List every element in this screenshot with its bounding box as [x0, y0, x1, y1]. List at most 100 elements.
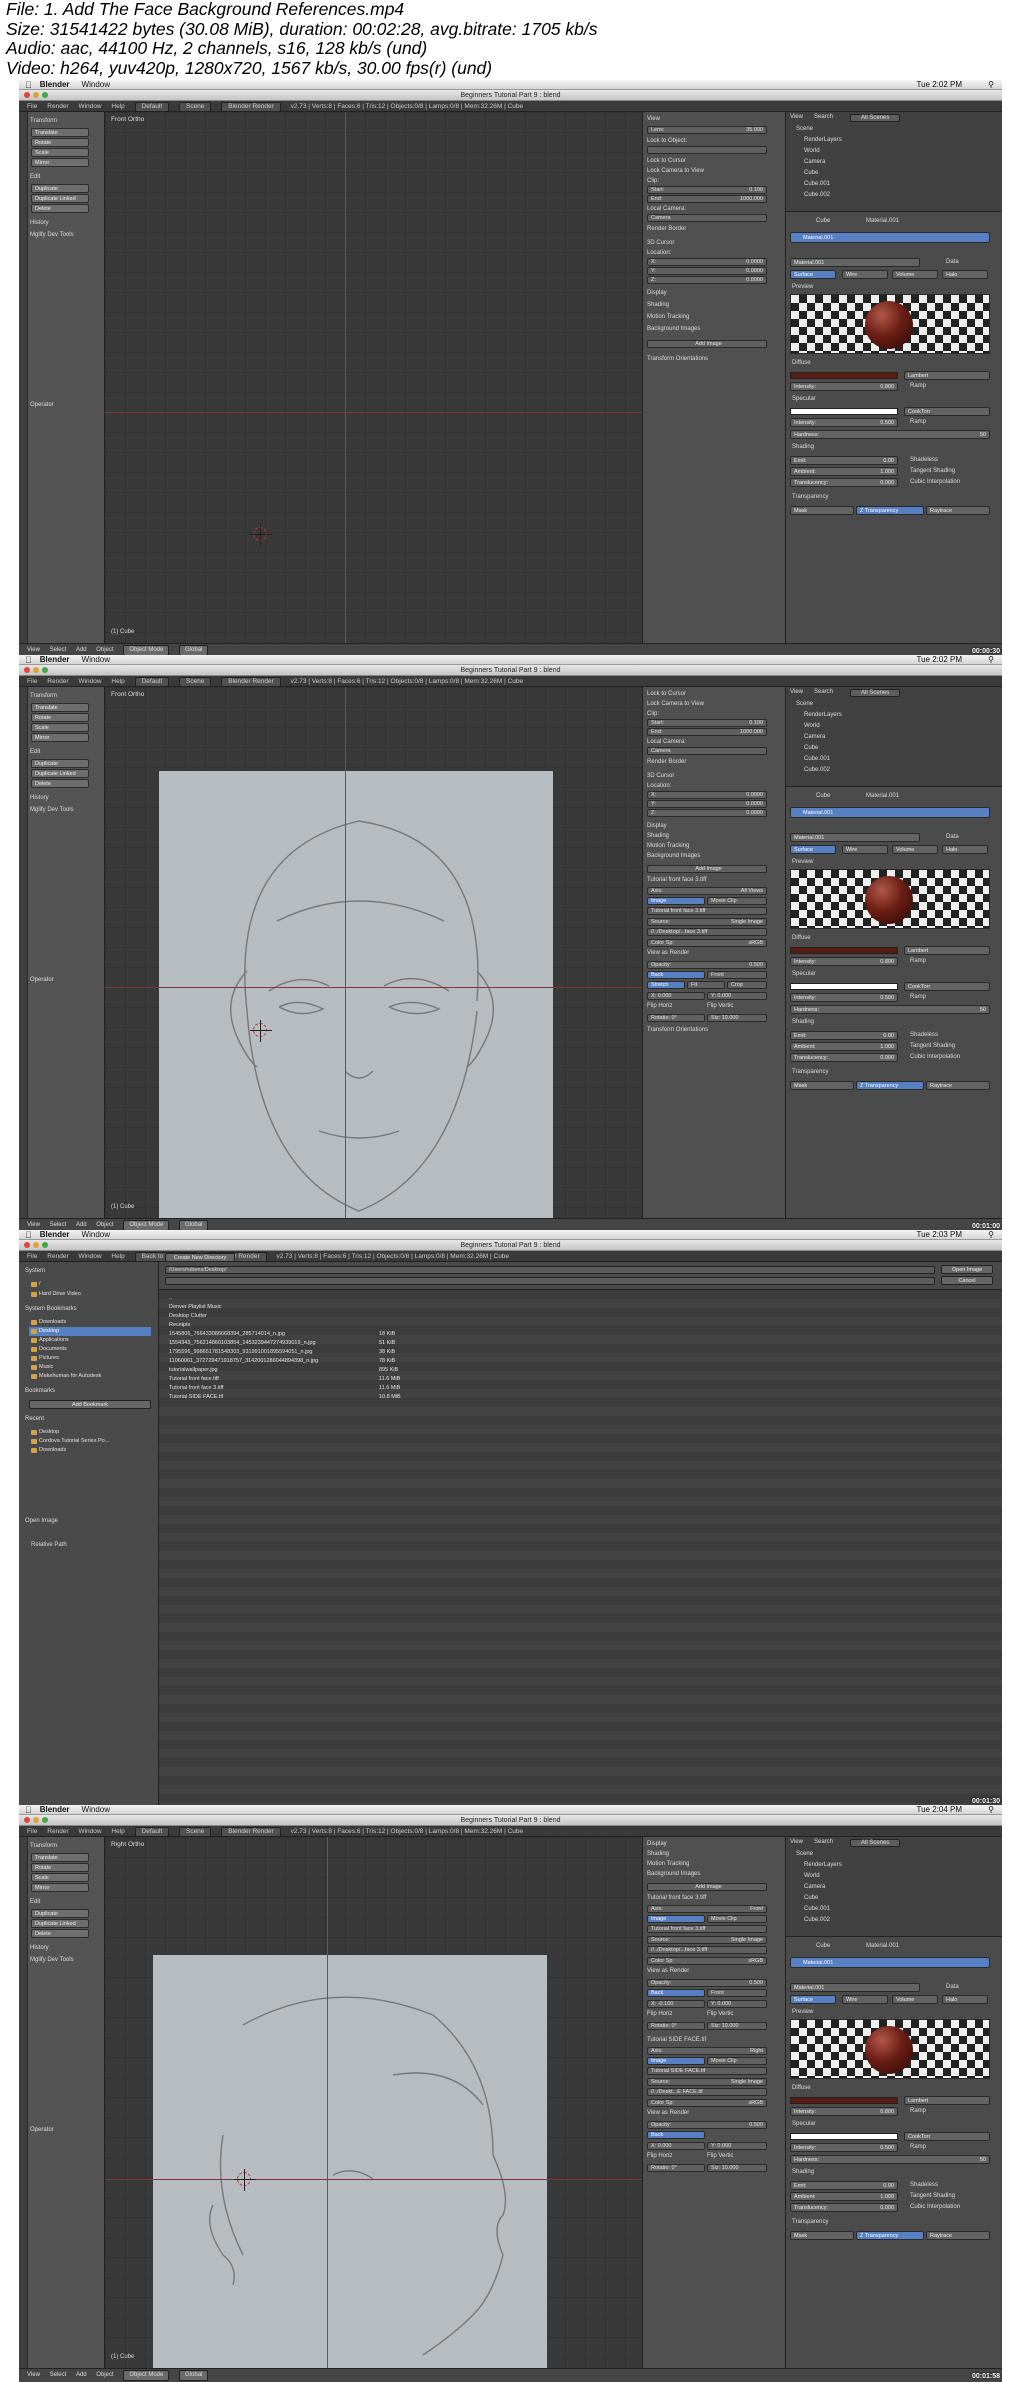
orientation-selector[interactable]: Global [179, 2370, 209, 2381]
tool-shelf-tabs[interactable] [19, 687, 28, 1218]
menu-window[interactable]: Window [82, 655, 110, 664]
directory-path-field[interactable]: /Users/rubens/Desktop/ [165, 1266, 935, 1274]
clip-end-field[interactable]: End: 1000.000 [647, 195, 767, 203]
menu-file[interactable]: File [27, 678, 37, 685]
tab-volume[interactable]: Volume [892, 270, 938, 279]
emit-field[interactable]: Emit: 0.00 [790, 1031, 898, 1040]
lock-to-cursor-checkbox[interactable]: Lock to Cursor [647, 158, 686, 164]
clip-end-field[interactable]: End: 1000.000 [647, 728, 767, 736]
tab-wire[interactable]: Wire [842, 1995, 888, 2004]
menu-help[interactable]: Help [111, 103, 124, 110]
bg-color-space-field[interactable]: Color Sp: sRGB [647, 1957, 767, 1965]
bg-front-button[interactable]: Front [707, 1989, 767, 1997]
specular-shader-selector[interactable]: CookTorr [904, 2132, 990, 2141]
display-mode-selector[interactable]: All Scenes [850, 1839, 901, 1847]
render-engine-selector[interactable]: Blender Render [221, 102, 281, 111]
tab-wire[interactable]: Wire [842, 270, 888, 279]
add-image-button[interactable]: Add Image [647, 865, 767, 873]
outliner-item-camera[interactable]: Camera [804, 734, 825, 740]
lock-to-object-label[interactable]: Lock to Object: [647, 138, 687, 144]
bg-image-tab[interactable]: Image [647, 897, 705, 905]
add-menu[interactable]: Add [76, 2372, 87, 2378]
transform-section[interactable]: Transform [30, 1843, 57, 1849]
material-slot[interactable]: Material.001 [790, 807, 990, 818]
tool-shelf-tabs[interactable] [19, 1837, 28, 2368]
bg2-filepath-field[interactable]: //../Deskt...E FACE.tif [647, 2088, 767, 2096]
outliner-item-cube001[interactable]: Cube.001 [804, 756, 830, 762]
bg2-image-name-field[interactable]: Tutorial SIDE FACE.tif [647, 2067, 767, 2075]
spotlight-icon[interactable]: ⚲ [988, 80, 994, 90]
file-row[interactable]: tutorialwallpaper.jpg 895 KiB [169, 1366, 398, 1375]
transparency-panel-header[interactable]: Transparency [792, 1069, 828, 1075]
bg2-movie-clip-tab[interactable]: Movie Clip [707, 2057, 767, 2065]
motion-tracking-panel-header[interactable]: Motion Tracking [647, 1861, 689, 1867]
file-row[interactable]: Receipts [169, 1321, 190, 1330]
diffuse-shader-selector[interactable]: Lambert [904, 946, 990, 955]
specular-panel-header[interactable]: Specular [792, 971, 816, 977]
flip-vertical-checkbox[interactable]: Flip Vertic [707, 2011, 733, 2017]
shading-panel-header[interactable]: Shading [647, 1851, 669, 1857]
menu-window[interactable]: Window [78, 1253, 101, 1260]
duplicate-button[interactable]: Duplicate [31, 1909, 89, 1918]
recent-item[interactable]: Desktop [29, 1428, 151, 1437]
bg-source-field[interactable]: Source: Single Image [647, 1936, 767, 1944]
specular-panel-header[interactable]: Specular [792, 2121, 816, 2127]
tool-shelf-tabs[interactable] [19, 112, 28, 643]
cubic-interpolation-checkbox[interactable]: Cubic Interpolation [910, 479, 960, 485]
file-row[interactable]: Denver Playlist Music [169, 1303, 222, 1312]
bg-opacity-field[interactable]: Opacity: 0.500 [647, 1979, 767, 1987]
shadeless-checkbox[interactable]: Shadeless [910, 2182, 938, 2188]
bg2-flip-horizontal-checkbox[interactable]: Flip Horiz [647, 2153, 672, 2159]
system-header[interactable]: System [25, 1268, 45, 1274]
file-row[interactable]: .. [169, 1294, 172, 1303]
add-bookmark-button[interactable]: Add Bookmark [29, 1400, 151, 1409]
menu-window[interactable]: Window [82, 1805, 110, 1814]
cubic-interpolation-checkbox[interactable]: Cubic Interpolation [910, 1054, 960, 1060]
bg-image-2-header[interactable]: Tutorial SIDE FACE.tif [647, 2037, 706, 2043]
tab-surface[interactable]: Surface [790, 1995, 836, 2004]
3d-viewport[interactable]: Right Ortho (1) Cube [105, 1837, 642, 2368]
mask-button[interactable]: Mask [790, 1081, 854, 1090]
cursor-z-field[interactable]: Z: 0.0000 [647, 809, 767, 817]
material-name-field[interactable]: Material.001 [790, 258, 920, 267]
delete-button[interactable]: Delete [31, 779, 89, 788]
outliner-view-menu[interactable]: View [790, 114, 803, 120]
specular-ramp-checkbox[interactable]: Ramp [910, 994, 926, 1000]
background-images-panel-header[interactable]: Background Images [647, 853, 700, 859]
outliner-item-world[interactable]: World [804, 723, 820, 729]
shadeless-checkbox[interactable]: Shadeless [910, 1032, 938, 1038]
hardness-field[interactable]: Hardness: 50 [790, 1005, 990, 1014]
bg2-image-tab[interactable]: Image [647, 2057, 705, 2065]
bookmark-item[interactable]: Makehuman for Autodesk [29, 1372, 151, 1381]
recent-item[interactable]: Downloads [29, 1446, 151, 1455]
scene-selector[interactable]: Scene [178, 1827, 212, 1836]
duplicate-button[interactable]: Duplicate [31, 184, 89, 193]
mirror-button[interactable]: Mirror [31, 1883, 89, 1892]
diffuse-panel-header[interactable]: Diffuse [792, 360, 811, 366]
raytrace-button[interactable]: Raytrace [926, 1081, 990, 1090]
outliner-item-world[interactable]: World [804, 1873, 820, 1879]
history-section[interactable]: History [30, 220, 49, 226]
edit-section[interactable]: Edit [30, 749, 40, 755]
3d-viewport[interactable]: Front Ortho (1) Cube [105, 112, 642, 643]
close-button[interactable] [24, 92, 30, 98]
minimize-button[interactable] [33, 1817, 39, 1823]
bg-image-1-header[interactable]: Tutorial front face 3.tiff [647, 1895, 706, 1901]
menu-blender[interactable]: Blender [40, 655, 70, 664]
diffuse-ramp-checkbox[interactable]: Ramp [910, 2108, 926, 2114]
bookmark-item[interactable]: Desktop [29, 1327, 151, 1336]
mglify-section[interactable]: Mglify Dev Tools [30, 807, 74, 813]
zoom-button[interactable] [42, 1817, 48, 1823]
render-border-checkbox[interactable]: Render Border [647, 226, 686, 232]
raytrace-button[interactable]: Raytrace [926, 506, 990, 515]
zoom-button[interactable] [42, 92, 48, 98]
preview-panel-header[interactable]: Preview [792, 859, 813, 865]
outliner-item-renderlayers[interactable]: RenderLayers [804, 137, 842, 143]
diffuse-intensity-field[interactable]: Intensity: 0.800 [790, 957, 898, 966]
apple-icon[interactable]:  [25, 1230, 32, 1240]
shading-panel-header[interactable]: Shading [792, 1019, 814, 1025]
bg2-color-space-field[interactable]: Color Sp: sRGB [647, 2099, 767, 2107]
duplicate-button[interactable]: Duplicate [31, 759, 89, 768]
add-image-button[interactable]: Add Image [647, 340, 767, 348]
background-images-panel-header[interactable]: Background Images [647, 326, 700, 332]
